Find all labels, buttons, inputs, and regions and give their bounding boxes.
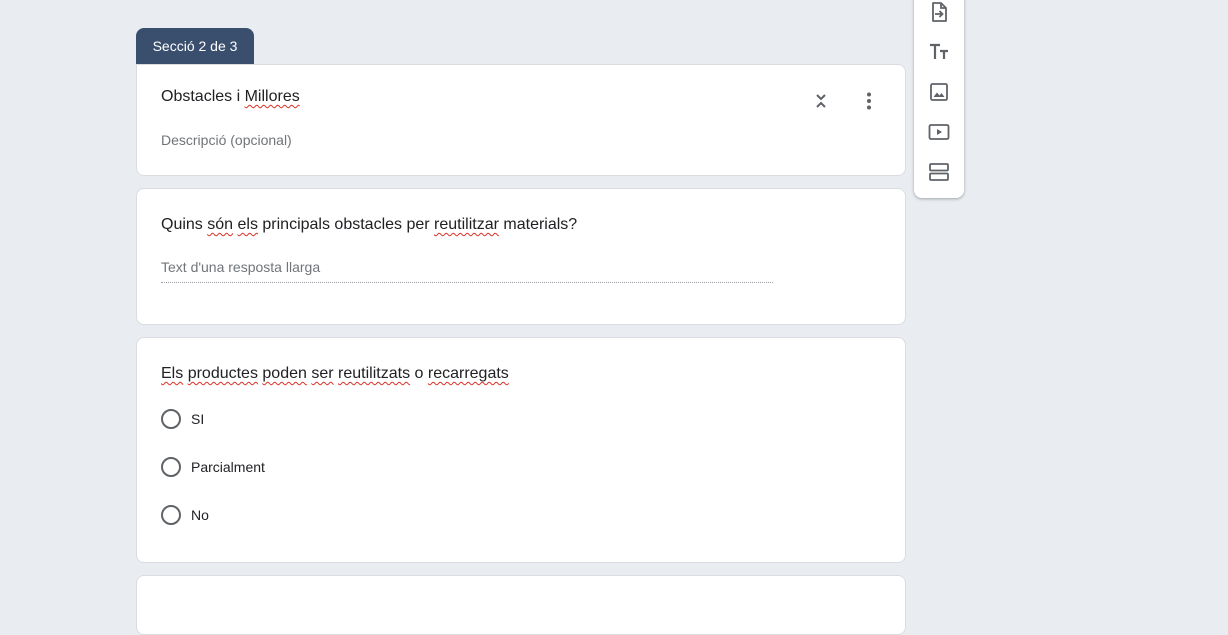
question-title: Quins són els principals obstacles per r… — [161, 216, 578, 233]
radio-option[interactable]: No — [161, 505, 209, 525]
question-title: Els productes poden ser reutilitzats o r… — [161, 365, 509, 382]
collapse-section-button[interactable] — [809, 89, 833, 113]
question-card[interactable] — [136, 575, 906, 635]
import-questions-button[interactable] — [927, 0, 951, 24]
floating-toolbar — [914, 0, 964, 198]
import-questions-icon — [932, 2, 947, 22]
long-answer-field: Text d'una resposta llarga — [161, 259, 773, 283]
section-header-card[interactable]: Obstacles i Millores Descripció (opciona… — [136, 64, 906, 176]
collapse-icon — [816, 94, 826, 108]
option-label: No — [191, 507, 209, 523]
more-vert-icon — [867, 92, 871, 110]
section-tab: Secció 2 de 3 — [136, 28, 254, 64]
section-title-part: Millores — [244, 88, 300, 105]
section-description-field[interactable]: Descripció (opcional) — [161, 132, 292, 148]
radio-button[interactable] — [161, 409, 181, 429]
add-video-icon — [928, 124, 950, 140]
add-video-button[interactable] — [927, 120, 951, 144]
more-options-button[interactable] — [857, 89, 881, 113]
add-image-button[interactable] — [927, 80, 951, 104]
add-image-icon — [930, 83, 948, 101]
question-card[interactable]: Quins són els principals obstacles per r… — [136, 188, 906, 325]
section-title[interactable]: Obstacles i Millores — [161, 88, 300, 106]
radio-option[interactable]: SI — [161, 409, 204, 429]
add-section-button[interactable] — [927, 160, 951, 184]
add-title-icon — [930, 43, 948, 59]
option-label: Parcialment — [191, 459, 265, 475]
add-section-icon — [929, 163, 949, 181]
radio-option[interactable]: Parcialment — [161, 457, 265, 477]
section-title-part: Obstacles i — [161, 88, 245, 105]
radio-button[interactable] — [161, 505, 181, 525]
add-title-button[interactable] — [927, 40, 951, 64]
question-card[interactable]: Els productes poden ser reutilitzats o r… — [136, 337, 906, 563]
radio-button[interactable] — [161, 457, 181, 477]
option-label: SI — [191, 411, 205, 427]
